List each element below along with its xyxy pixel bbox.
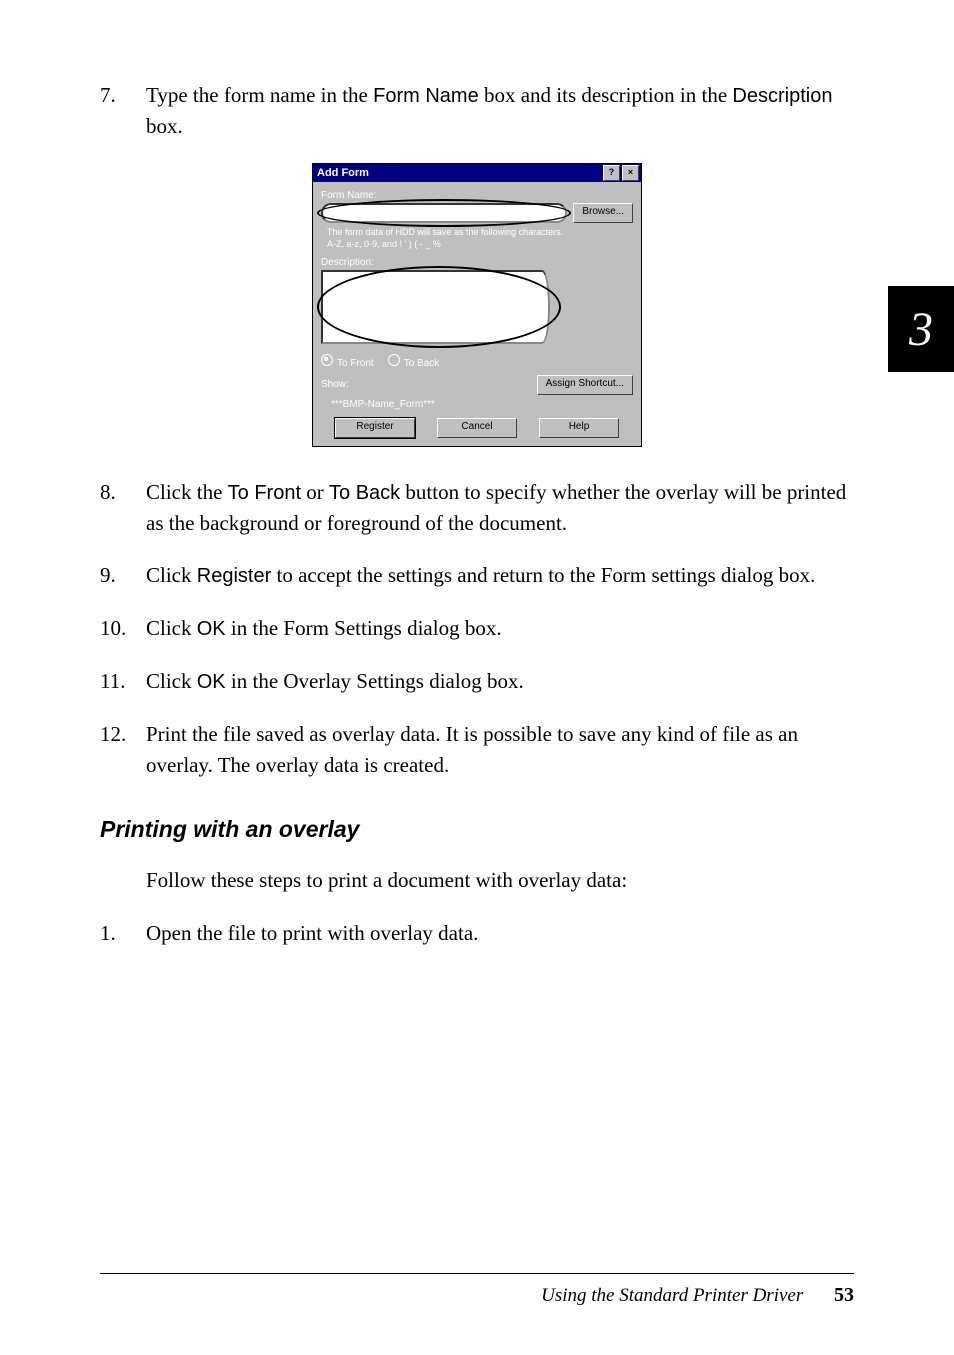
- description-input[interactable]: [321, 270, 550, 344]
- ui-term-form-name: Form Name: [373, 85, 479, 107]
- step-number: 11.: [100, 666, 146, 697]
- hint-line-2: A-Z, a-z, 0-9, and ! ' ) ( - _ %: [327, 239, 633, 251]
- ui-term-to-front: To Front: [228, 482, 301, 504]
- show-label: Show:: [321, 379, 349, 390]
- to-front-radio[interactable]: To Front: [321, 354, 374, 369]
- step-text: Print the file saved as overlay data. It…: [146, 719, 854, 780]
- close-titlebar-button[interactable]: ×: [622, 165, 639, 181]
- step-text: Click OK in the Overlay Settings dialog …: [146, 666, 854, 697]
- browse-button[interactable]: Browse...: [573, 203, 633, 223]
- text: box.: [146, 114, 183, 138]
- page-footer: Using the Standard Printer Driver 53: [100, 1273, 854, 1307]
- radio-dot-icon: [321, 354, 333, 366]
- step-number: 12.: [100, 719, 146, 780]
- step-10: 10. Click OK in the Form Settings dialog…: [100, 613, 854, 644]
- step-number: 7.: [100, 80, 146, 141]
- text: Print the file saved as overlay data. It…: [146, 722, 798, 776]
- hint-text: The form data of HDD will save as the fo…: [327, 227, 633, 250]
- text: box and its description in the: [479, 83, 733, 107]
- step-text: Open the file to print with overlay data…: [146, 918, 854, 948]
- step-text: Type the form name in the Form Name box …: [146, 80, 854, 141]
- ui-term-ok: OK: [197, 618, 226, 640]
- callout-form-name-oval: [317, 199, 571, 227]
- text: Click: [146, 616, 197, 640]
- step-number: 1.: [100, 918, 146, 948]
- to-back-radio[interactable]: To Back: [388, 354, 440, 369]
- assign-shortcut-button[interactable]: Assign Shortcut...: [537, 375, 633, 395]
- description-label: Description:: [321, 257, 633, 268]
- text: to accept the settings and return to the…: [271, 563, 815, 587]
- intro-text: Follow these steps to print a document w…: [146, 865, 854, 895]
- hint-line-1: The form data of HDD will save as the fo…: [327, 227, 633, 239]
- ui-term-register: Register: [197, 565, 271, 587]
- step-8: 8. Click the To Front or To Back button …: [100, 477, 854, 538]
- text: Click: [146, 669, 197, 693]
- ui-term-to-back: To Back: [329, 482, 400, 504]
- step-7: 7. Type the form name in the Form Name b…: [100, 80, 854, 141]
- ui-term-ok: OK: [197, 671, 226, 693]
- step-text: Click Register to accept the settings an…: [146, 560, 854, 591]
- to-front-label: To Front: [337, 358, 374, 369]
- to-back-label: To Back: [404, 358, 440, 369]
- step-number: 10.: [100, 613, 146, 644]
- step-11: 11. Click OK in the Overlay Settings dia…: [100, 666, 854, 697]
- footer-page-number: 53: [834, 1284, 854, 1306]
- step-number: 8.: [100, 477, 146, 538]
- icon-filename-text: ***BMP-Name_Form***: [331, 399, 633, 410]
- step-9: 9. Click Register to accept the settings…: [100, 560, 854, 591]
- help-button[interactable]: Help: [539, 418, 619, 438]
- form-name-label: Form Name:: [321, 190, 633, 201]
- step-number: 9.: [100, 560, 146, 591]
- step-text: Click OK in the Form Settings dialog box…: [146, 613, 854, 644]
- text: in the Overlay Settings dialog box.: [226, 669, 524, 693]
- section-heading-printing-with-overlay: Printing with an overlay: [100, 816, 854, 843]
- titlebar: Add Form ? ×: [313, 164, 641, 182]
- chapter-tab: 3: [888, 286, 954, 372]
- position-radio-group: To Front To Back: [321, 354, 633, 369]
- add-form-dialog: Add Form ? × Form Name: Browse... The fo…: [312, 163, 642, 446]
- help-titlebar-button[interactable]: ?: [603, 165, 620, 181]
- text: Open the file to print with overlay data…: [146, 921, 478, 945]
- text: Type the form name in the: [146, 83, 373, 107]
- radio-dot-icon: [388, 354, 400, 366]
- ui-term-description: Description: [732, 85, 832, 107]
- register-button[interactable]: Register: [335, 418, 415, 438]
- dialog-title: Add Form: [317, 167, 369, 179]
- step-text: Click the To Front or To Back button to …: [146, 477, 854, 538]
- overlay-step-1: 1. Open the file to print with overlay d…: [100, 918, 854, 948]
- form-name-input[interactable]: [321, 203, 567, 223]
- step-12: 12. Print the file saved as overlay data…: [100, 719, 854, 780]
- text: in the Form Settings dialog box.: [226, 616, 502, 640]
- dialog-screenshot: Add Form ? × Form Name: Browse... The fo…: [100, 163, 854, 446]
- text: Click: [146, 563, 197, 587]
- text: or: [301, 480, 329, 504]
- cancel-button[interactable]: Cancel: [437, 418, 517, 438]
- footer-title: Using the Standard Printer Driver: [541, 1285, 803, 1306]
- text: Click the: [146, 480, 228, 504]
